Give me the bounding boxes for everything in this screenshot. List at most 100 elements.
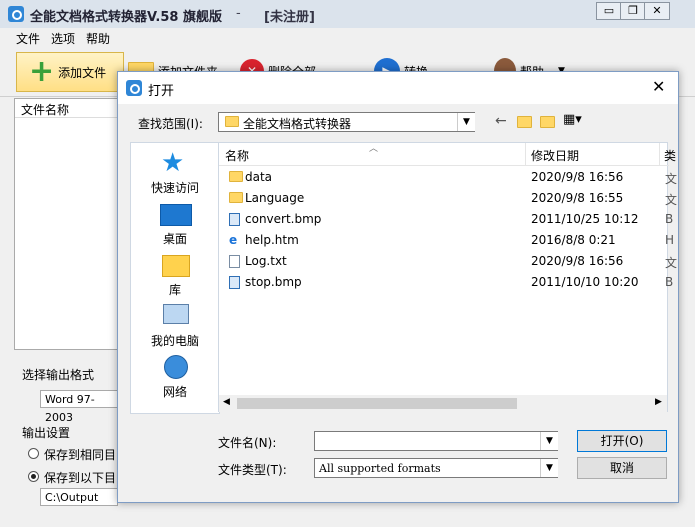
column-filename: 文件名称: [21, 103, 70, 117]
file-date: 2020/9/8 16:56: [531, 254, 624, 268]
places-bar: ★ 快速访问 桌面 库 我的电脑 网络: [130, 142, 220, 414]
output-format-select[interactable]: Word 97-2003: [40, 390, 118, 424]
chevron-down-icon[interactable]: ▼: [540, 459, 558, 477]
place-desktop[interactable]: 桌面: [131, 200, 219, 250]
file-name: Log.txt: [245, 254, 287, 268]
new-folder-icon[interactable]: [540, 116, 555, 128]
file-type: B: [665, 275, 674, 289]
place-library[interactable]: 库: [131, 251, 219, 301]
title-separator: -: [236, 6, 241, 21]
file-row[interactable]: data 2020/9/8 16:56 文: [223, 167, 677, 187]
look-in-combo[interactable]: 全能文档格式转换器 ▼: [218, 112, 475, 132]
computer-icon: [163, 304, 189, 324]
view-menu-icon[interactable]: ▦▾: [563, 112, 582, 127]
file-row[interactable]: Log.txt 2020/9/8 16:56 文: [223, 251, 677, 271]
menu-file[interactable]: 文件: [16, 30, 40, 47]
radio-save-same[interactable]: [28, 448, 39, 459]
menu-options[interactable]: 选项: [51, 30, 75, 47]
back-arrow-icon[interactable]: ←: [495, 113, 507, 129]
filetype-value: All supported formats: [319, 462, 441, 475]
file-name: stop.bmp: [245, 275, 302, 289]
scroll-right-icon[interactable]: ▶: [655, 397, 662, 407]
file-type: H: [665, 233, 675, 247]
filetype-label: 文件类型(T):: [218, 463, 287, 477]
star-icon: ★: [161, 148, 185, 178]
folder-icon: [229, 171, 243, 182]
radio-save-below[interactable]: [28, 471, 39, 482]
add-file-button[interactable]: + 添加文件: [16, 52, 124, 92]
up-folder-icon[interactable]: [517, 116, 532, 128]
file-list-view[interactable]: 名称 ︿ 修改日期 类 data 2020/9/8 16:56 文 Langua…: [218, 142, 677, 412]
output-format-label: 选择输出格式: [22, 368, 95, 382]
app-logo-icon: [8, 6, 24, 22]
filetype-select[interactable]: All supported formats ▼: [314, 458, 558, 478]
place-label: 快速访问: [150, 181, 199, 195]
minimize-button[interactable]: ▭: [596, 2, 622, 20]
horizontal-scrollbar[interactable]: ◀ ▶: [219, 395, 667, 412]
plus-icon: +: [29, 54, 55, 89]
image-icon: [229, 276, 240, 289]
column-divider: [525, 143, 526, 165]
radio-save-below-label: 保存到以下目: [44, 471, 117, 485]
file-type: 文: [665, 256, 678, 270]
place-network[interactable]: 网络: [131, 353, 219, 403]
cancel-button[interactable]: 取消: [577, 457, 667, 479]
file-name: convert.bmp: [245, 212, 322, 226]
menu-help[interactable]: 帮助: [86, 30, 110, 47]
main-title-bar: 全能文档格式转换器V.58 旗舰版 - [未注册] ▭ ❐ ✕: [0, 0, 695, 28]
file-name: data: [245, 170, 273, 184]
file-type: 文: [665, 172, 678, 186]
library-icon: [162, 255, 190, 277]
dialog-title: 打开: [148, 84, 175, 99]
file-list-column-header: 名称 ︿ 修改日期 类: [219, 143, 676, 166]
file-row[interactable]: Language 2020/9/8 16:55 文: [223, 188, 677, 208]
file-row[interactable]: convert.bmp 2011/10/25 10:12 B: [223, 209, 673, 229]
file-type: 文: [665, 193, 678, 207]
desktop-icon: [160, 204, 192, 226]
close-button[interactable]: ✕: [644, 2, 670, 20]
registration-status: [未注册]: [264, 10, 315, 25]
ie-icon: e: [229, 233, 238, 247]
file-date: 2020/9/8 16:55: [531, 191, 624, 205]
file-date: 2020/9/8 16:56: [531, 170, 624, 184]
chevron-down-icon[interactable]: ▼: [457, 113, 475, 131]
file-name: Language: [245, 191, 305, 205]
restore-button[interactable]: ❐: [620, 2, 646, 20]
menu-bar: 文件 选项 帮助: [0, 28, 695, 48]
open-dialog: 打开 ✕ 查找范围(I): 全能文档格式转换器 ▼ ← ▦▾ ★ 快速访问 桌面…: [117, 71, 679, 503]
column-divider: [659, 143, 660, 165]
file-list-header: 文件名称: [15, 99, 119, 118]
look-in-label: 查找范围(I):: [138, 117, 203, 131]
file-date: 2016/8/8 0:21: [531, 233, 616, 247]
file-row[interactable]: stop.bmp 2011/10/10 10:20 B: [223, 272, 673, 292]
open-button[interactable]: 打开(O): [577, 430, 667, 452]
radio-save-same-label: 保存到相同目: [44, 448, 117, 462]
column-name[interactable]: 名称: [225, 147, 249, 164]
image-icon: [229, 213, 240, 226]
scroll-thumb[interactable]: [237, 398, 517, 409]
network-icon: [164, 355, 188, 379]
file-date: 2011/10/25 10:12: [531, 212, 639, 226]
file-type: B: [665, 212, 674, 226]
filename-input[interactable]: ▼: [314, 431, 558, 451]
scroll-left-icon[interactable]: ◀: [223, 397, 230, 407]
file-name: help.htm: [245, 233, 299, 247]
chevron-down-icon[interactable]: ▼: [540, 432, 558, 450]
dialog-close-icon[interactable]: ✕: [652, 77, 665, 96]
file-row[interactable]: e help.htm 2016/8/8 0:21 H: [223, 230, 674, 250]
text-file-icon: [229, 255, 240, 268]
place-label: 桌面: [162, 232, 187, 246]
file-list-panel[interactable]: 文件名称: [14, 98, 120, 350]
dialog-logo-icon: [126, 80, 142, 96]
place-quick-access[interactable]: ★ 快速访问: [131, 149, 219, 199]
dialog-title-bar: 打开 ✕: [118, 72, 678, 104]
folder-icon: [225, 116, 239, 127]
place-computer[interactable]: 我的电脑: [131, 302, 219, 352]
dialog-body: 查找范围(I): 全能文档格式转换器 ▼ ← ▦▾ ★ 快速访问 桌面 库 我的…: [118, 104, 678, 502]
place-label: 我的电脑: [150, 334, 199, 348]
add-file-label: 添加文件: [58, 65, 107, 80]
output-path-field[interactable]: C:\Output: [40, 488, 118, 506]
column-type[interactable]: 类: [664, 147, 676, 164]
column-date[interactable]: 修改日期: [531, 147, 579, 164]
place-label: 网络: [162, 385, 187, 399]
